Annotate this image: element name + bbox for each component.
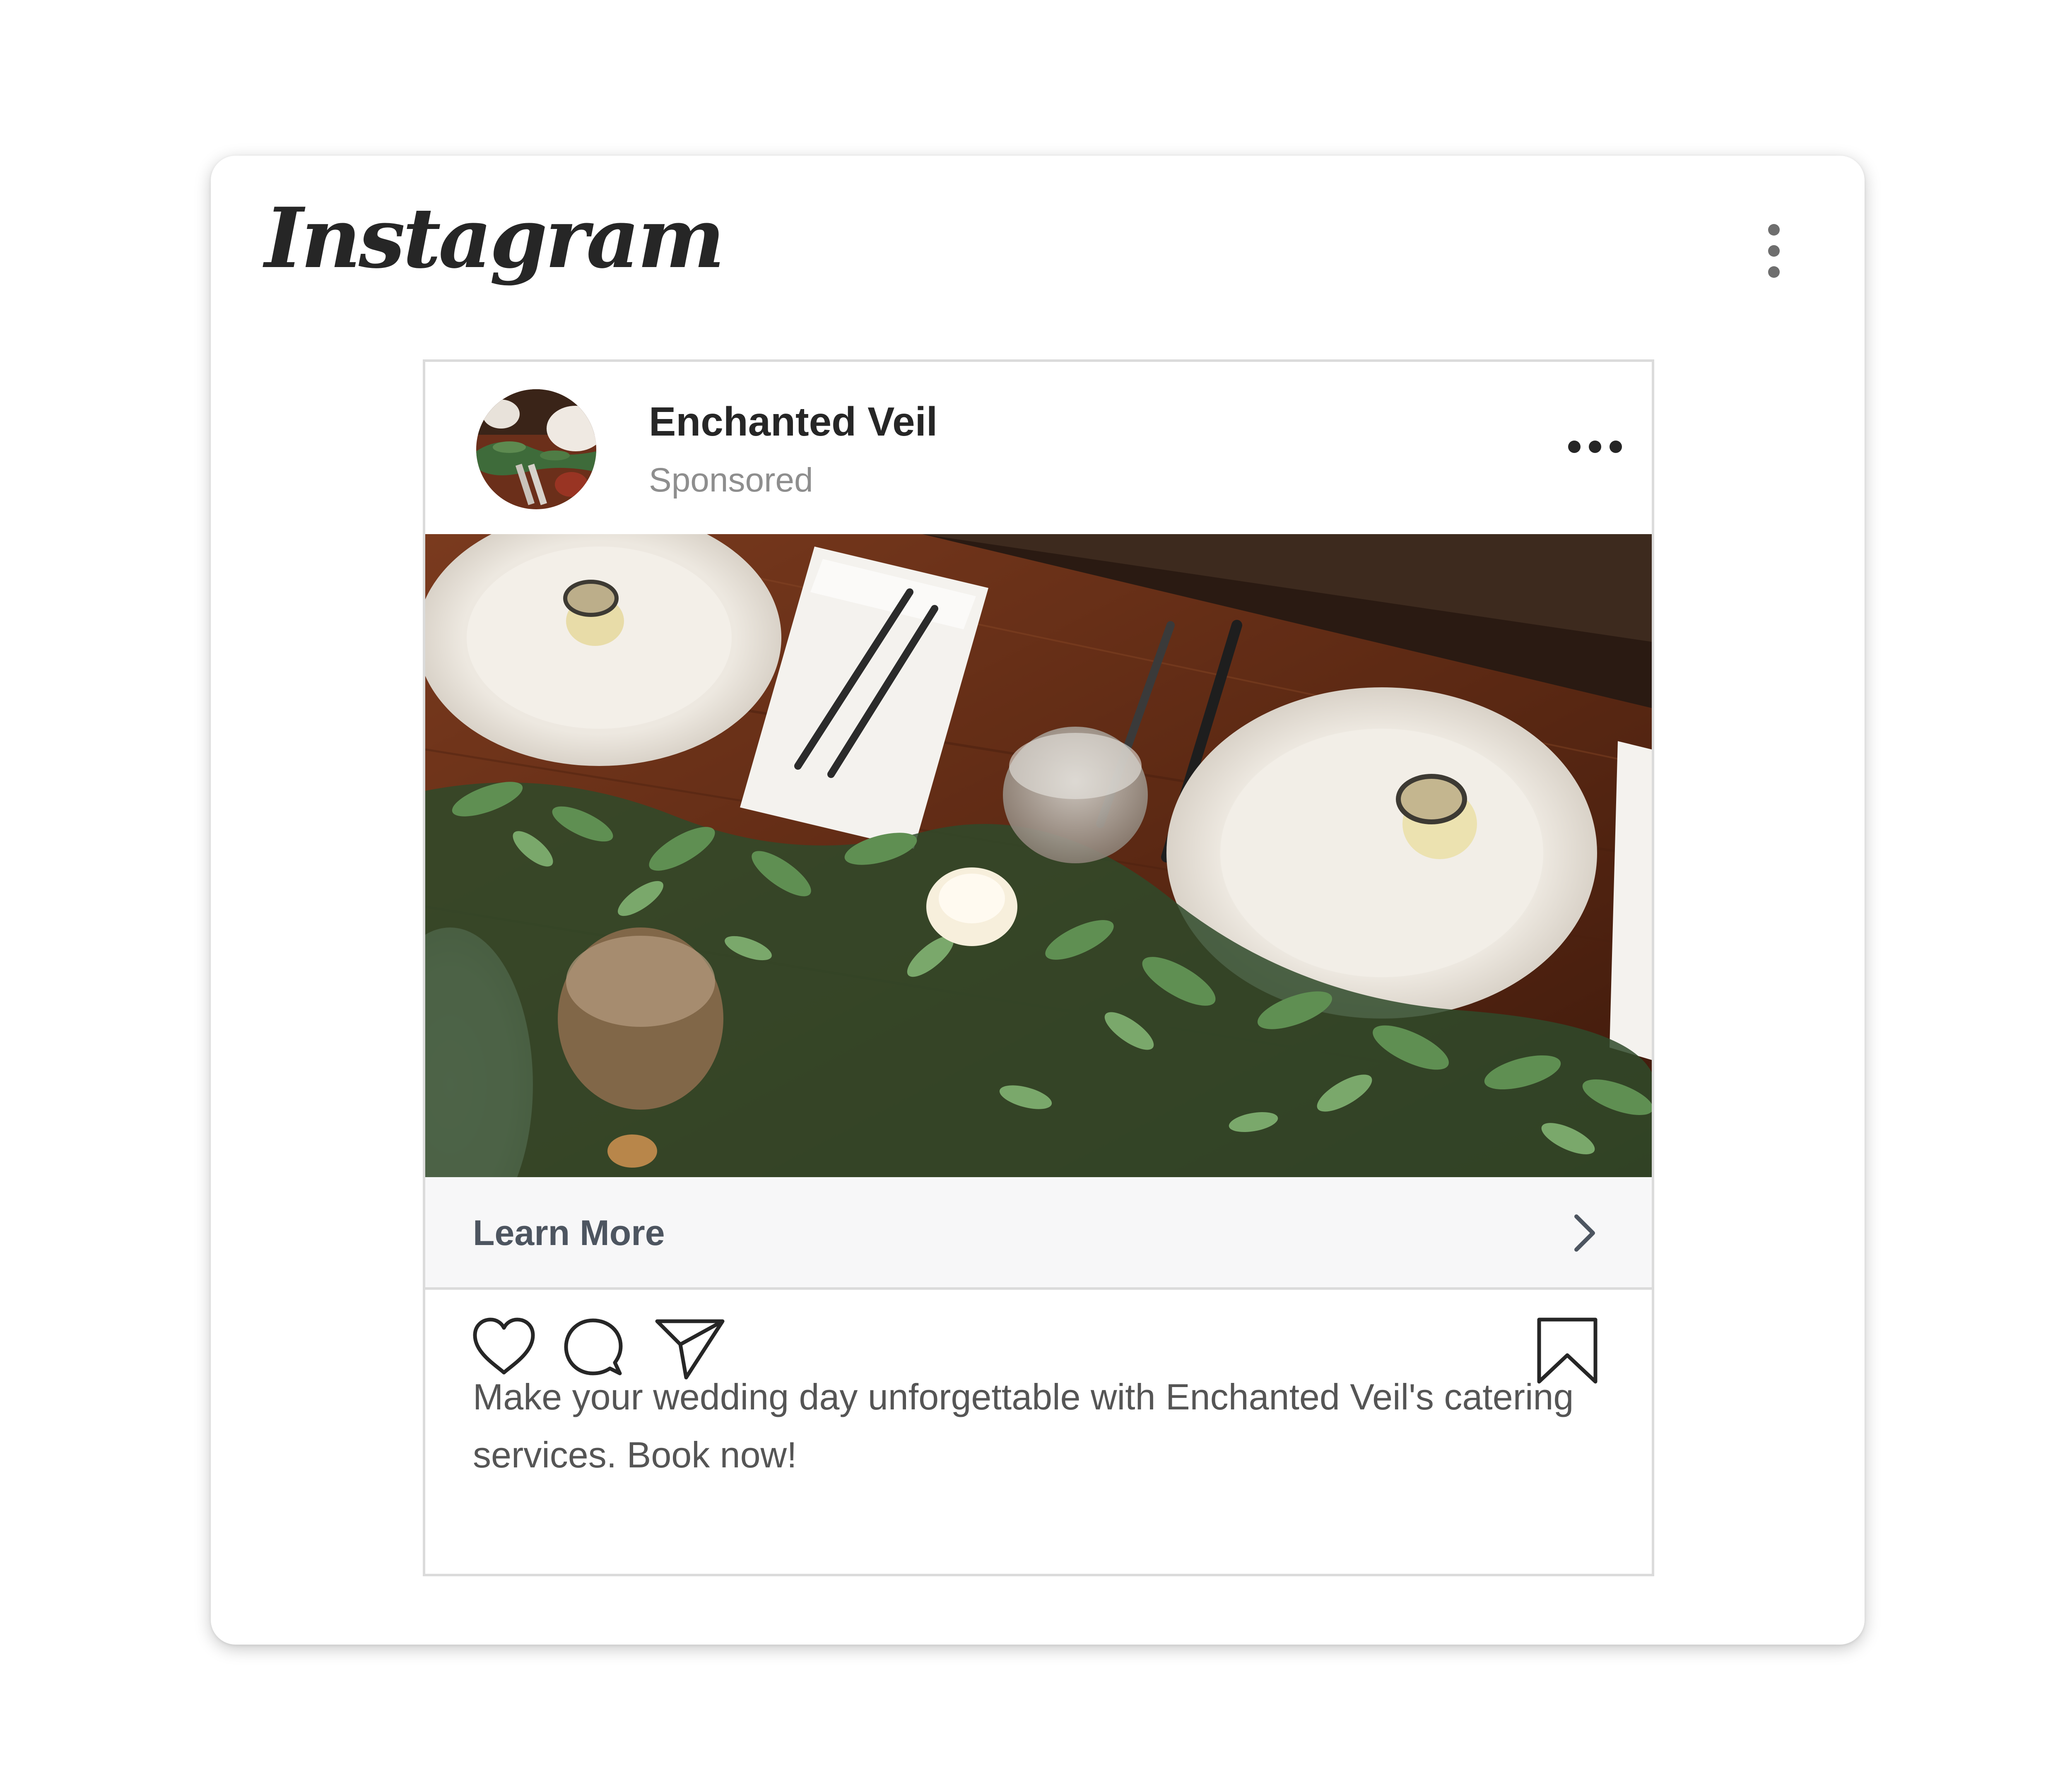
post-caption: Make your wedding day unforgettable with…: [473, 1376, 1574, 1475]
post-header: Enchanted Veil Sponsored: [425, 362, 1652, 534]
avatar[interactable]: [476, 389, 596, 509]
instagram-ad-card: Instagram Enchanted Veil Sponsored Learn…: [211, 156, 1865, 1645]
post-image[interactable]: [425, 534, 1652, 1177]
chevron-right-icon: [1574, 1214, 1595, 1252]
instagram-logo: Instagram: [265, 190, 725, 287]
vertical-dots-icon[interactable]: [1766, 224, 1782, 278]
horizontal-dots-icon[interactable]: [1568, 441, 1622, 455]
sponsored-post: Enchanted Veil Sponsored Learn More Make…: [423, 359, 1654, 1576]
cta-label: Learn More: [473, 1213, 665, 1253]
learn-more-button[interactable]: Learn More: [425, 1177, 1652, 1290]
sponsored-label: Sponsored: [649, 461, 813, 499]
account-name[interactable]: Enchanted Veil: [649, 401, 937, 442]
